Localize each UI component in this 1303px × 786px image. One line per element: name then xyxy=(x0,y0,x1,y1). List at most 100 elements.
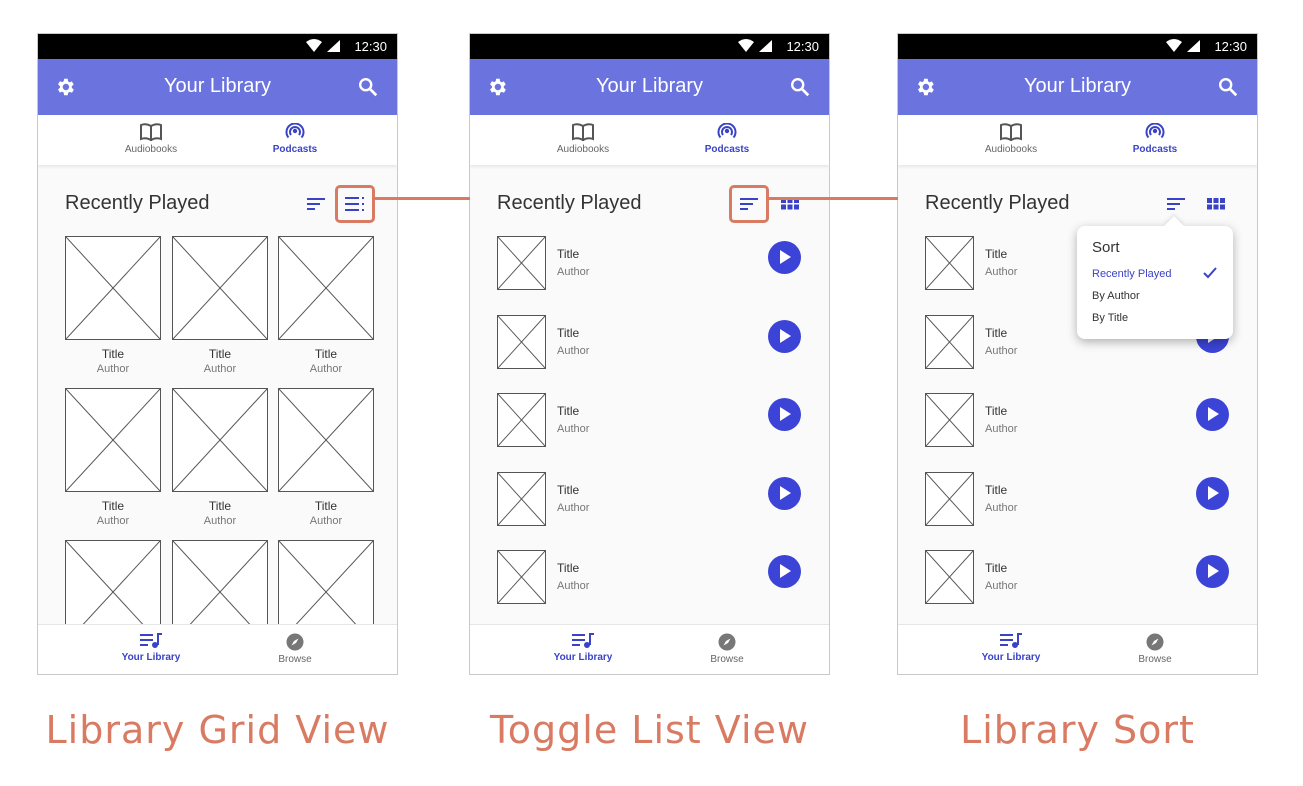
nav-your-library[interactable]: Your Library xyxy=(528,633,638,663)
caption-library-sort: Library Sort xyxy=(960,708,1195,752)
connector-line xyxy=(769,197,898,200)
sort-icon[interactable] xyxy=(307,196,327,212)
list-item[interactable]: Title Author xyxy=(925,550,1235,606)
grid-item[interactable]: Title Author xyxy=(172,388,268,527)
grid-item[interactable]: Title Author xyxy=(172,236,268,375)
item-title: Title xyxy=(314,347,338,361)
item-title: Title xyxy=(101,347,125,361)
tab-audiobooks[interactable]: Audiobooks xyxy=(528,123,638,155)
highlight-box xyxy=(729,185,769,223)
list-item[interactable]: Title Author xyxy=(497,550,807,606)
tab-audiobooks[interactable]: Audiobooks xyxy=(96,123,206,155)
tab-label: Audiobooks xyxy=(984,144,1038,155)
play-button[interactable] xyxy=(1196,398,1229,431)
play-button[interactable] xyxy=(768,477,801,510)
book-icon xyxy=(140,123,162,141)
item-title: Title xyxy=(557,561,580,575)
grid-view-icon[interactable] xyxy=(1206,194,1226,214)
nav-your-library[interactable]: Your Library xyxy=(96,633,206,663)
section-header: Recently Played xyxy=(898,165,1257,235)
compass-icon xyxy=(718,633,736,651)
nav-your-library[interactable]: Your Library xyxy=(956,633,1066,663)
nav-browse[interactable]: Browse xyxy=(1100,633,1210,665)
item-author: Author xyxy=(985,423,1018,435)
item-title: Title xyxy=(985,404,1008,418)
play-icon xyxy=(780,486,791,500)
item-title: Title xyxy=(557,404,580,418)
image-placeholder xyxy=(497,393,546,447)
grid-item[interactable]: Title Author xyxy=(65,388,161,527)
image-placeholder xyxy=(65,388,161,492)
item-title: Title xyxy=(985,326,1008,340)
grid-item[interactable]: Title Author xyxy=(278,236,374,375)
item-author: Author xyxy=(96,363,130,375)
connector-line xyxy=(375,197,470,200)
page-title: Your Library xyxy=(595,75,704,97)
list-item[interactable]: Title Author xyxy=(497,393,807,449)
play-icon xyxy=(780,407,791,421)
image-placeholder xyxy=(278,236,374,340)
play-button[interactable] xyxy=(768,320,801,353)
item-title: Title xyxy=(985,483,1008,497)
bottom-nav: Your Library Browse xyxy=(898,624,1257,674)
item-author: Author xyxy=(985,345,1018,357)
image-placeholder xyxy=(497,550,546,604)
item-author: Author xyxy=(985,266,1018,278)
item-title: Title xyxy=(985,561,1008,575)
clock: 12:30 xyxy=(786,39,819,54)
play-button[interactable] xyxy=(768,398,801,431)
bottom-nav: Your Library Browse xyxy=(38,624,397,674)
app-bar: Your Library xyxy=(470,59,829,115)
app-bar: Your Library xyxy=(38,59,397,115)
nav-browse[interactable]: Browse xyxy=(240,633,350,665)
section-title: Recently Played xyxy=(497,192,642,214)
sort-option-by-author[interactable]: By Author xyxy=(1092,290,1140,302)
grid-item[interactable]: Title Author xyxy=(278,388,374,527)
list-item[interactable]: Title Author xyxy=(497,315,807,371)
sort-icon[interactable] xyxy=(1167,196,1187,212)
item-title: Title xyxy=(208,347,232,361)
tab-label: Podcasts xyxy=(272,144,318,155)
caption-list-view: Toggle List View xyxy=(490,708,809,752)
sort-option-by-title[interactable]: By Title xyxy=(1092,312,1128,324)
item-author: Author xyxy=(309,515,343,527)
play-button[interactable] xyxy=(768,241,801,274)
sort-option-recently-played[interactable]: Recently Played xyxy=(1092,268,1172,280)
signal-wifi-icon xyxy=(1166,39,1200,52)
tab-podcasts[interactable]: Podcasts xyxy=(240,123,350,155)
play-button[interactable] xyxy=(768,555,801,588)
play-button[interactable] xyxy=(1196,555,1229,588)
play-button[interactable] xyxy=(1196,477,1229,510)
search-icon[interactable] xyxy=(1217,76,1239,98)
item-author: Author xyxy=(557,423,590,435)
signal-wifi-icon xyxy=(306,39,340,52)
nav-label: Browse xyxy=(710,654,744,665)
tab-podcasts[interactable]: Podcasts xyxy=(1100,123,1210,155)
play-icon xyxy=(1208,564,1219,578)
image-placeholder xyxy=(925,472,974,526)
bottom-nav: Your Library Browse xyxy=(470,624,829,674)
phone-list-view: 12:30 Your Library Audiobooks Podcasts R… xyxy=(469,33,830,675)
item-title: Title xyxy=(557,247,580,261)
playlist-icon xyxy=(572,633,594,648)
nav-label: Your Library xyxy=(981,652,1041,663)
image-placeholder xyxy=(65,236,161,340)
list-item[interactable]: Title Author xyxy=(925,472,1235,528)
tab-audiobooks[interactable]: Audiobooks xyxy=(956,123,1066,155)
list-item[interactable]: Title Author xyxy=(497,472,807,528)
list-item[interactable]: Title Author xyxy=(925,393,1235,449)
image-placeholder xyxy=(497,315,546,369)
search-icon[interactable] xyxy=(789,76,811,98)
nav-browse[interactable]: Browse xyxy=(672,633,782,665)
list-item[interactable]: Title Author xyxy=(497,236,807,292)
item-author: Author xyxy=(557,580,590,592)
play-icon xyxy=(780,250,791,264)
clock: 12:30 xyxy=(354,39,387,54)
tab-podcasts[interactable]: Podcasts xyxy=(672,123,782,155)
podcast-icon xyxy=(717,123,737,139)
top-tabs: Audiobooks Podcasts xyxy=(38,115,397,165)
search-icon[interactable] xyxy=(357,76,379,98)
item-title: Title xyxy=(208,499,232,513)
grid-item[interactable]: Title Author xyxy=(65,236,161,375)
image-placeholder xyxy=(497,472,546,526)
